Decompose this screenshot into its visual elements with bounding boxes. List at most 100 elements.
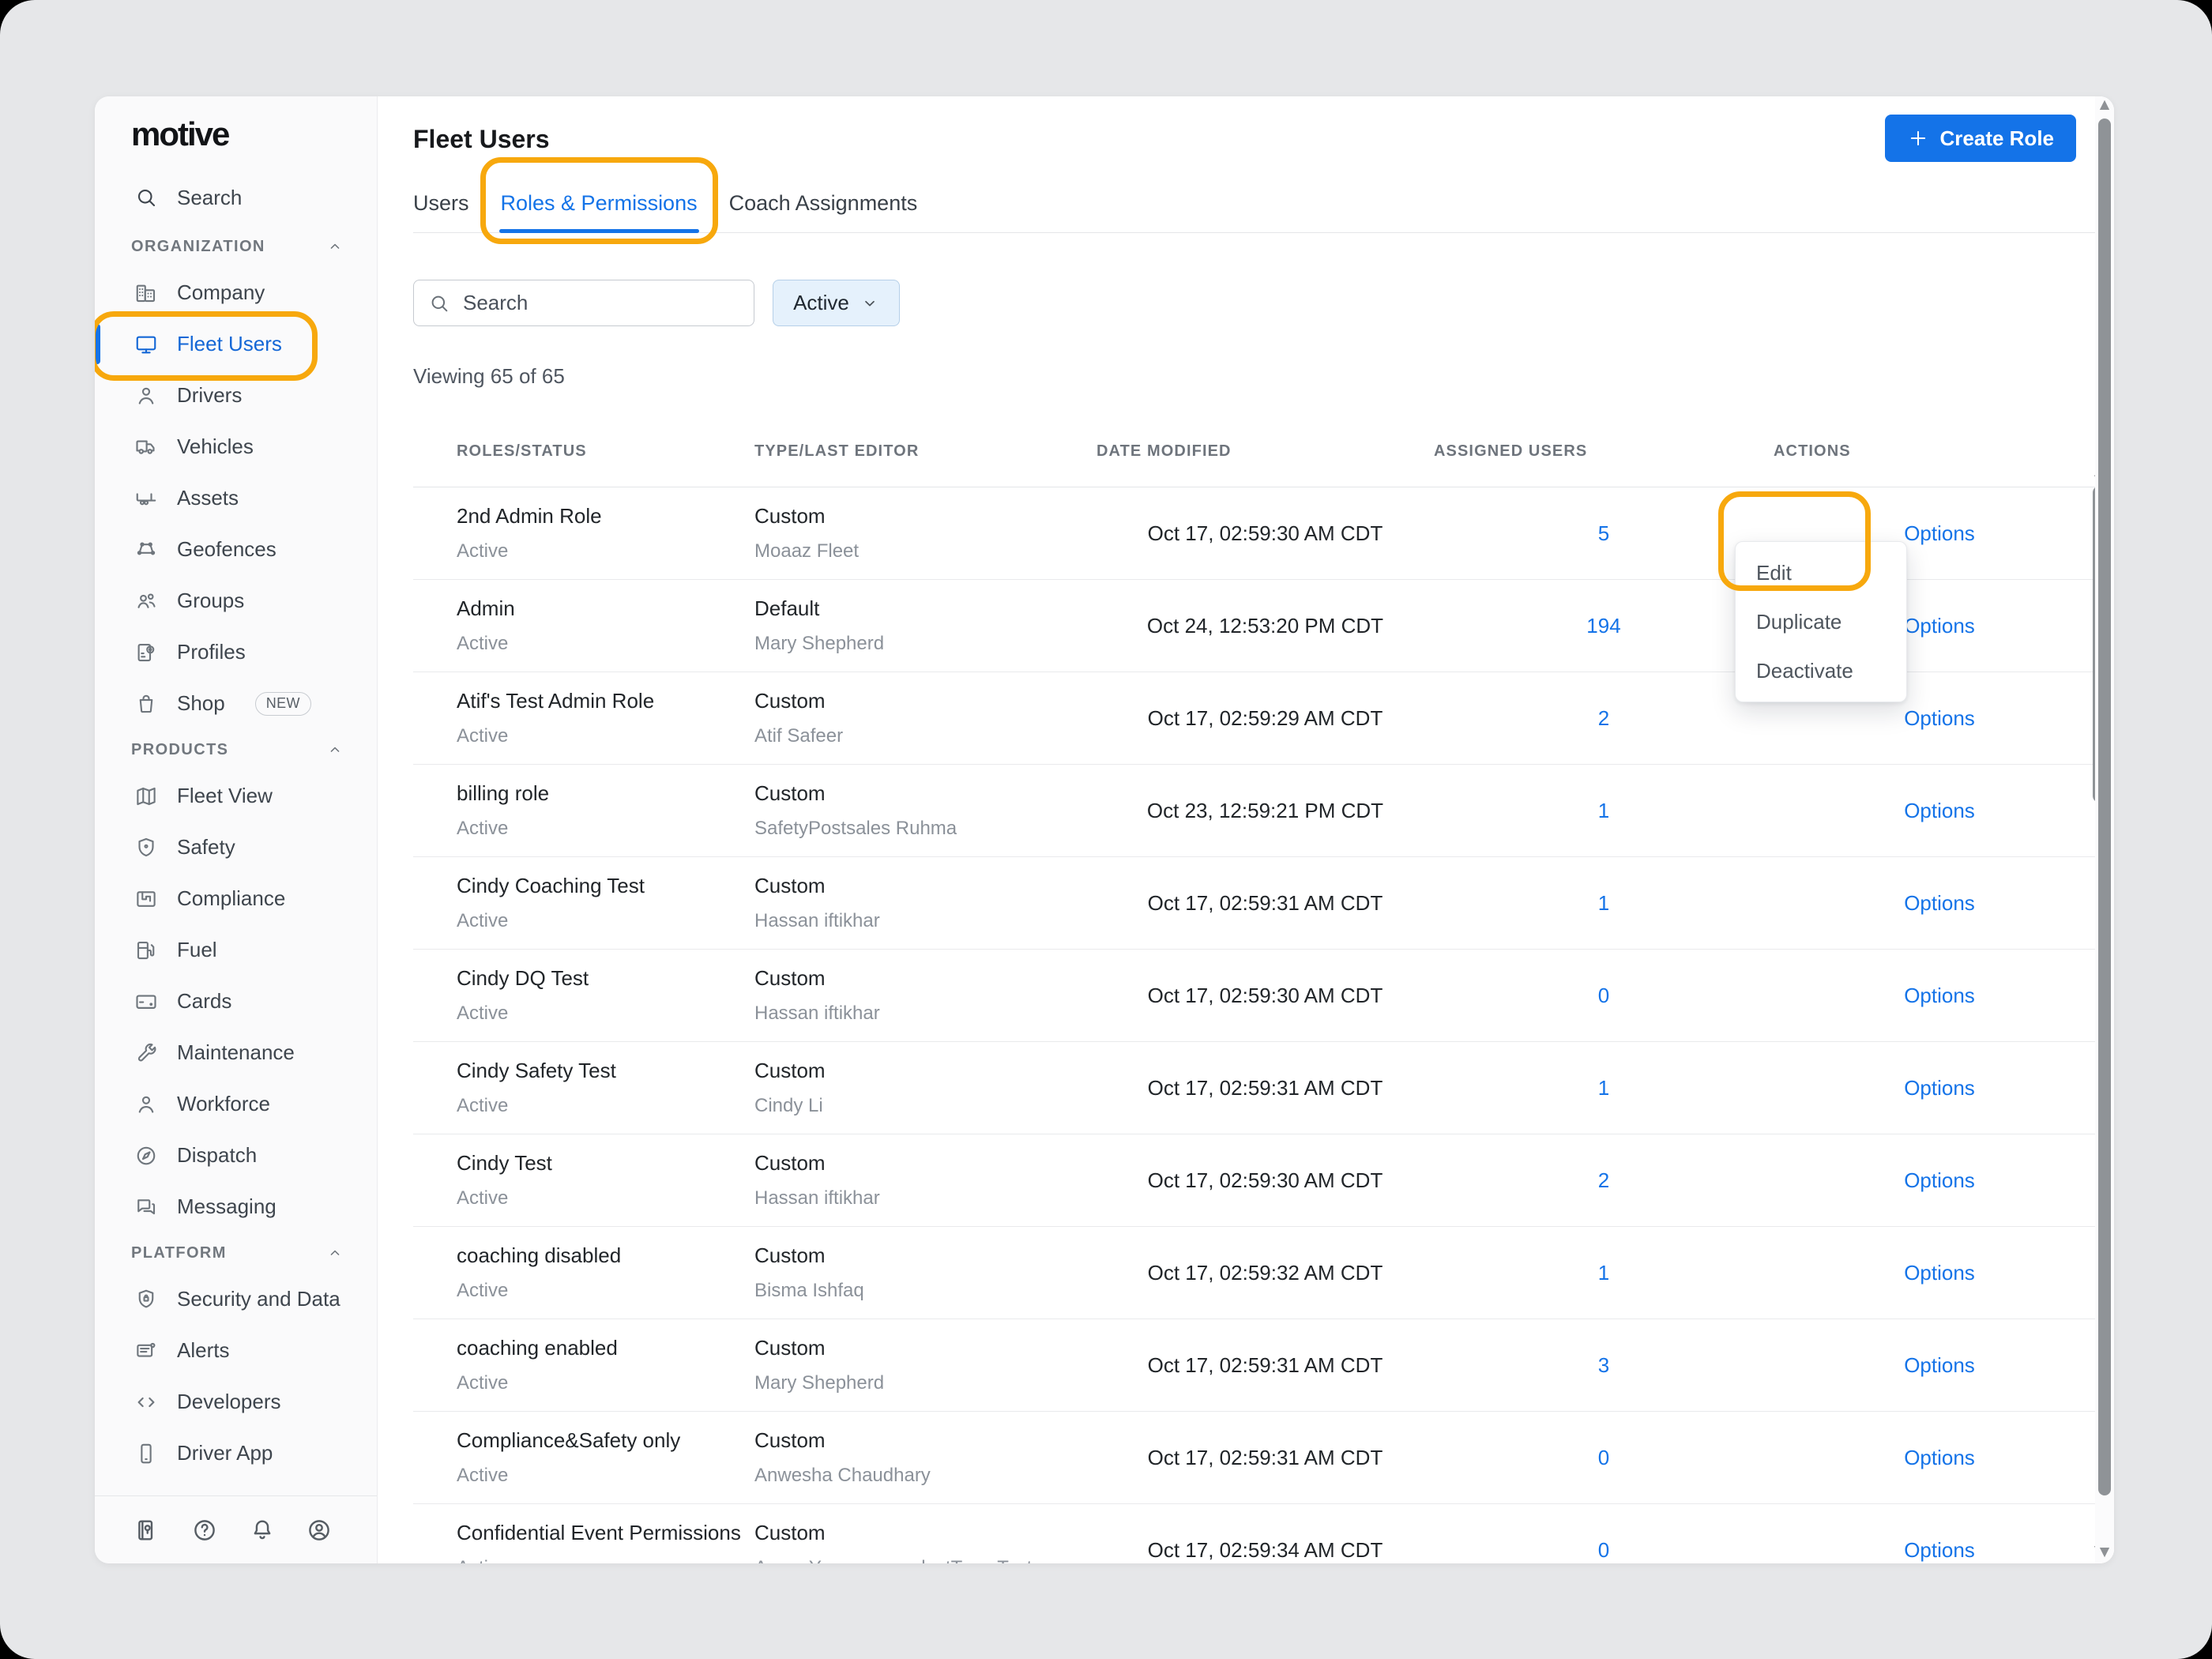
role-status: Active	[457, 1280, 754, 1302]
tab-users[interactable]: Users	[413, 175, 469, 232]
sidebar-item-fuel[interactable]: Fuel	[95, 924, 377, 976]
active-tab-underline	[499, 229, 699, 233]
menu-item-deactivate[interactable]: Deactivate	[1736, 646, 1906, 695]
role-type: Custom	[754, 1336, 1097, 1360]
options-link[interactable]: Options	[1904, 521, 1975, 546]
notifications-icon[interactable]	[249, 1517, 276, 1544]
create-role-button[interactable]: Create Role	[1885, 115, 2077, 162]
sidebar-search-label: Search	[177, 186, 242, 210]
assigned-users-link[interactable]: 1	[1598, 1261, 1609, 1285]
sidebar-item-compliance[interactable]: Compliance	[95, 873, 377, 924]
date-modified: Oct 17, 02:59:32 AM CDT	[1097, 1227, 1434, 1319]
table-row: coaching enabled Active Custom Mary Shep…	[413, 1319, 2105, 1412]
options-link[interactable]: Options	[1904, 1261, 1975, 1285]
sidebar-item-fleet-view[interactable]: Fleet View	[95, 770, 377, 822]
tab-coach-assignments[interactable]: Coach Assignments	[729, 175, 918, 232]
guide-icon[interactable]	[134, 1517, 161, 1544]
code-icon	[134, 1390, 158, 1414]
column-header-date-modified: DATE MODIFIED	[1097, 442, 1434, 461]
section-header-products[interactable]: PRODUCTS	[95, 729, 377, 770]
assigned-users-link[interactable]: 1	[1598, 891, 1609, 916]
options-link[interactable]: Options	[1904, 706, 1975, 731]
tab-bar: Users Roles & Permissions Coach Assignme…	[413, 175, 2114, 233]
options-link[interactable]: Options	[1904, 1168, 1975, 1193]
role-name: Cindy Test	[457, 1151, 754, 1176]
plus-icon	[1907, 127, 1929, 149]
sidebar-item-groups[interactable]: Groups	[95, 575, 377, 626]
sidebar-item-security-and-data[interactable]: Security and Data	[95, 1273, 377, 1325]
truck-icon	[134, 435, 158, 459]
fuel-icon	[134, 939, 158, 962]
chevron-up-icon	[326, 1244, 344, 1262]
status-filter-dropdown[interactable]: Active	[773, 280, 900, 326]
assigned-users-link[interactable]: 1	[1598, 1076, 1609, 1100]
assigned-users-link[interactable]: 2	[1598, 1168, 1609, 1193]
role-status: Active	[457, 1095, 754, 1117]
sidebar-item-profiles[interactable]: Profiles	[95, 626, 377, 678]
menu-item-edit[interactable]: Edit	[1736, 548, 1906, 597]
sidebar-item-shop[interactable]: Shop NEW	[95, 678, 377, 729]
date-modified: Oct 17, 02:59:31 AM CDT	[1097, 1412, 1434, 1503]
shield-icon	[134, 836, 158, 860]
sidebar-item-dispatch[interactable]: Dispatch	[95, 1130, 377, 1181]
table-row: Cindy DQ Test Active Custom Hassan iftik…	[413, 950, 2105, 1042]
app-window: motive Search ORGANIZATION Company Fleet…	[95, 96, 2114, 1563]
options-link[interactable]: Options	[1904, 891, 1975, 916]
role-status: Active	[457, 725, 754, 747]
options-link[interactable]: Options	[1904, 1538, 1975, 1563]
sidebar-item-driver-app[interactable]: Driver App	[95, 1428, 377, 1479]
help-icon[interactable]	[191, 1517, 218, 1544]
sidebar-item-geofences[interactable]: Geofences	[95, 524, 377, 575]
options-link[interactable]: Options	[1904, 1353, 1975, 1378]
sidebar-item-company[interactable]: Company	[95, 267, 377, 318]
sidebar-item-maintenance[interactable]: Maintenance	[95, 1027, 377, 1078]
sidebar-item-assets[interactable]: Assets	[95, 472, 377, 524]
role-name: Compliance&Safety only	[457, 1428, 754, 1453]
tab-roles-permissions[interactable]: Roles & Permissions	[501, 175, 698, 232]
search-field[interactable]	[463, 291, 739, 315]
sidebar-search[interactable]: Search	[95, 175, 377, 220]
role-type: Default	[754, 596, 1097, 621]
table-header: ROLES/STATUSTYPE/LAST EDITORDATE MODIFIE…	[413, 416, 2105, 487]
options-link[interactable]: Options	[1904, 614, 1975, 638]
assigned-users-link[interactable]: 5	[1598, 521, 1609, 546]
options-link[interactable]: Options	[1904, 799, 1975, 823]
search-icon	[134, 186, 158, 209]
menu-item-duplicate[interactable]: Duplicate	[1736, 597, 1906, 646]
section-header-platform[interactable]: PLATFORM	[95, 1232, 377, 1273]
company-icon	[134, 281, 158, 305]
options-link[interactable]: Options	[1904, 1446, 1975, 1470]
role-name: 2nd Admin Role	[457, 504, 754, 529]
account-icon[interactable]	[306, 1517, 333, 1544]
options-link[interactable]: Options	[1904, 984, 1975, 1008]
assigned-users-link[interactable]: 0	[1598, 1538, 1609, 1563]
sidebar-item-fleet-users[interactable]: Fleet Users	[95, 318, 377, 370]
sidebar-item-messaging[interactable]: Messaging	[95, 1181, 377, 1232]
sidebar-item-safety[interactable]: Safety	[95, 822, 377, 873]
sidebar-nav: ORGANIZATION Company Fleet Users Drivers…	[95, 226, 377, 1479]
sidebar-item-vehicles[interactable]: Vehicles	[95, 421, 377, 472]
assigned-users-link[interactable]: 1	[1598, 799, 1609, 823]
page-scrollbar[interactable]: ▲ ▼	[2095, 96, 2114, 1563]
options-link[interactable]: Options	[1904, 1076, 1975, 1100]
sidebar-item-alerts[interactable]: Alerts	[95, 1325, 377, 1376]
page-scroll-up-arrow[interactable]: ▲	[2095, 96, 2114, 113]
page-scroll-down-arrow[interactable]: ▼	[2095, 1544, 2114, 1560]
assigned-users-link[interactable]: 0	[1598, 984, 1609, 1008]
sidebar-item-cards[interactable]: Cards	[95, 976, 377, 1027]
assigned-users-link[interactable]: 194	[1586, 614, 1620, 638]
search-input[interactable]	[413, 280, 754, 326]
section-header-organization[interactable]: ORGANIZATION	[95, 226, 377, 267]
role-status: Active	[457, 1003, 754, 1025]
assigned-users-link[interactable]: 2	[1598, 706, 1609, 731]
role-type: Custom	[754, 874, 1097, 898]
assigned-users-link[interactable]: 0	[1598, 1446, 1609, 1470]
date-modified: Oct 24, 12:53:20 PM CDT	[1097, 580, 1434, 672]
sidebar-item-workforce[interactable]: Workforce	[95, 1078, 377, 1130]
chevron-up-icon	[326, 238, 344, 255]
sidebar-item-developers[interactable]: Developers	[95, 1376, 377, 1428]
page-scrollbar-thumb[interactable]	[2098, 118, 2111, 1495]
sidebar-item-drivers[interactable]: Drivers	[95, 370, 377, 421]
role-status: Active	[457, 633, 754, 655]
assigned-users-link[interactable]: 3	[1598, 1353, 1609, 1378]
